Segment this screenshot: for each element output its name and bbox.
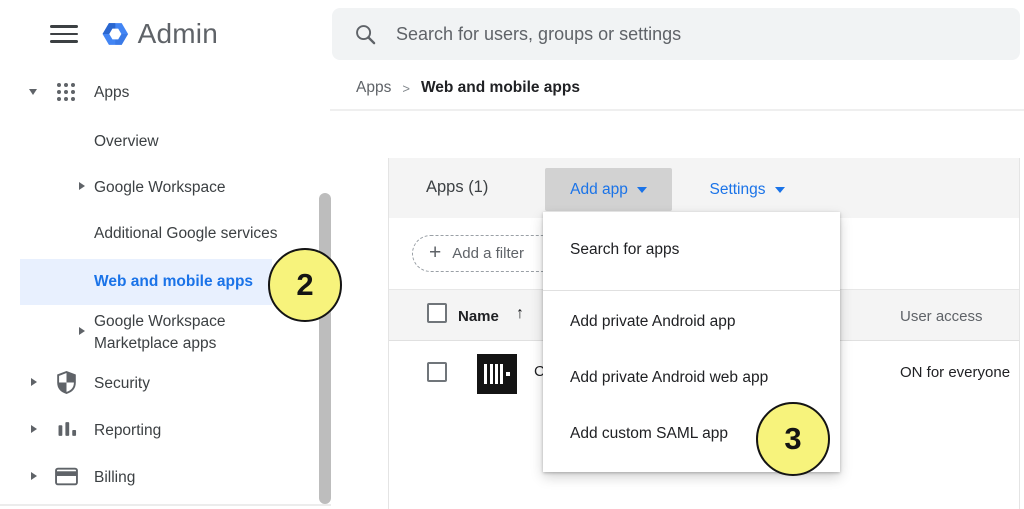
- menu-item-add-private-android-app[interactable]: Add private Android app: [543, 295, 840, 349]
- plus-icon: +: [429, 241, 441, 265]
- admin-logo[interactable]: Admin: [100, 10, 218, 58]
- menu-divider: [543, 290, 840, 291]
- sidebar-item-security[interactable]: Security: [94, 375, 150, 393]
- marketplace-expand-caret-icon[interactable]: [79, 327, 85, 335]
- security-expand-caret-icon[interactable]: [31, 378, 37, 386]
- step-3-annotation: 3: [756, 402, 830, 476]
- reporting-expand-caret-icon[interactable]: [31, 425, 37, 433]
- apps-grid-icon: [56, 82, 76, 102]
- apps-count-label: Apps (1): [426, 178, 488, 197]
- sidebar-bottom-divider: [0, 504, 331, 506]
- sidebar-item-overview[interactable]: Overview: [94, 133, 159, 151]
- row-checkbox[interactable]: [427, 362, 447, 382]
- user-access-cell: ON for everyone: [900, 364, 1010, 381]
- settings-button[interactable]: Settings: [694, 168, 800, 211]
- admin-hexagon-icon: [100, 11, 131, 57]
- sidebar-item-web-and-mobile-apps[interactable]: Web and mobile apps: [94, 273, 253, 291]
- add-app-button[interactable]: Add app: [545, 168, 672, 211]
- google-admin-console: Admin Search for users, groups or settin…: [0, 0, 1024, 509]
- sidebar-item-google-workspace[interactable]: Google Workspace: [94, 179, 226, 197]
- search-placeholder: Search for users, groups or settings: [396, 24, 681, 45]
- google-workspace-expand-caret-icon[interactable]: [79, 182, 85, 190]
- sidebar-item-additional-google-services[interactable]: Additional Google services: [94, 225, 278, 243]
- apps-collapse-caret-icon[interactable]: [29, 89, 37, 95]
- breadcrumb-separator: >: [402, 81, 410, 96]
- breadcrumb-divider: [330, 109, 1024, 111]
- column-header-name[interactable]: Name: [458, 308, 499, 325]
- search-icon: [354, 23, 377, 46]
- select-all-checkbox[interactable]: [427, 303, 447, 323]
- breadcrumb-current-page: Web and mobile apps: [421, 79, 580, 97]
- bar-chart-icon: [58, 420, 77, 439]
- sidebar-scrollbar[interactable]: [319, 193, 331, 504]
- shield-icon: [56, 371, 77, 394]
- menu-item-add-private-android-web-app[interactable]: Add private Android web app: [543, 351, 840, 405]
- sidebar-item-reporting[interactable]: Reporting: [94, 422, 161, 440]
- breadcrumb-apps-link[interactable]: Apps: [356, 79, 391, 97]
- menu-item-search-for-apps[interactable]: Search for apps: [543, 223, 840, 277]
- add-app-dropdown-caret-icon: [637, 187, 647, 193]
- billing-expand-caret-icon[interactable]: [31, 472, 37, 480]
- sidebar-item-apps[interactable]: Apps: [94, 84, 129, 102]
- sidebar-item-marketplace-apps[interactable]: Google Workspace Marketplace apps: [94, 311, 226, 355]
- app-logo-icon: [477, 354, 517, 394]
- sort-ascending-icon: ↑: [516, 305, 524, 323]
- search-input[interactable]: Search for users, groups or settings: [332, 8, 1020, 60]
- settings-dropdown-caret-icon: [775, 187, 785, 193]
- step-2-annotation: 2: [268, 248, 342, 322]
- product-name: Admin: [138, 18, 218, 50]
- hamburger-menu-icon[interactable]: [50, 25, 78, 43]
- breadcrumb: Apps > Web and mobile apps: [356, 79, 580, 97]
- column-header-user-access[interactable]: User access: [900, 308, 983, 325]
- sidebar-item-billing[interactable]: Billing: [94, 469, 135, 487]
- credit-card-icon: [55, 467, 78, 486]
